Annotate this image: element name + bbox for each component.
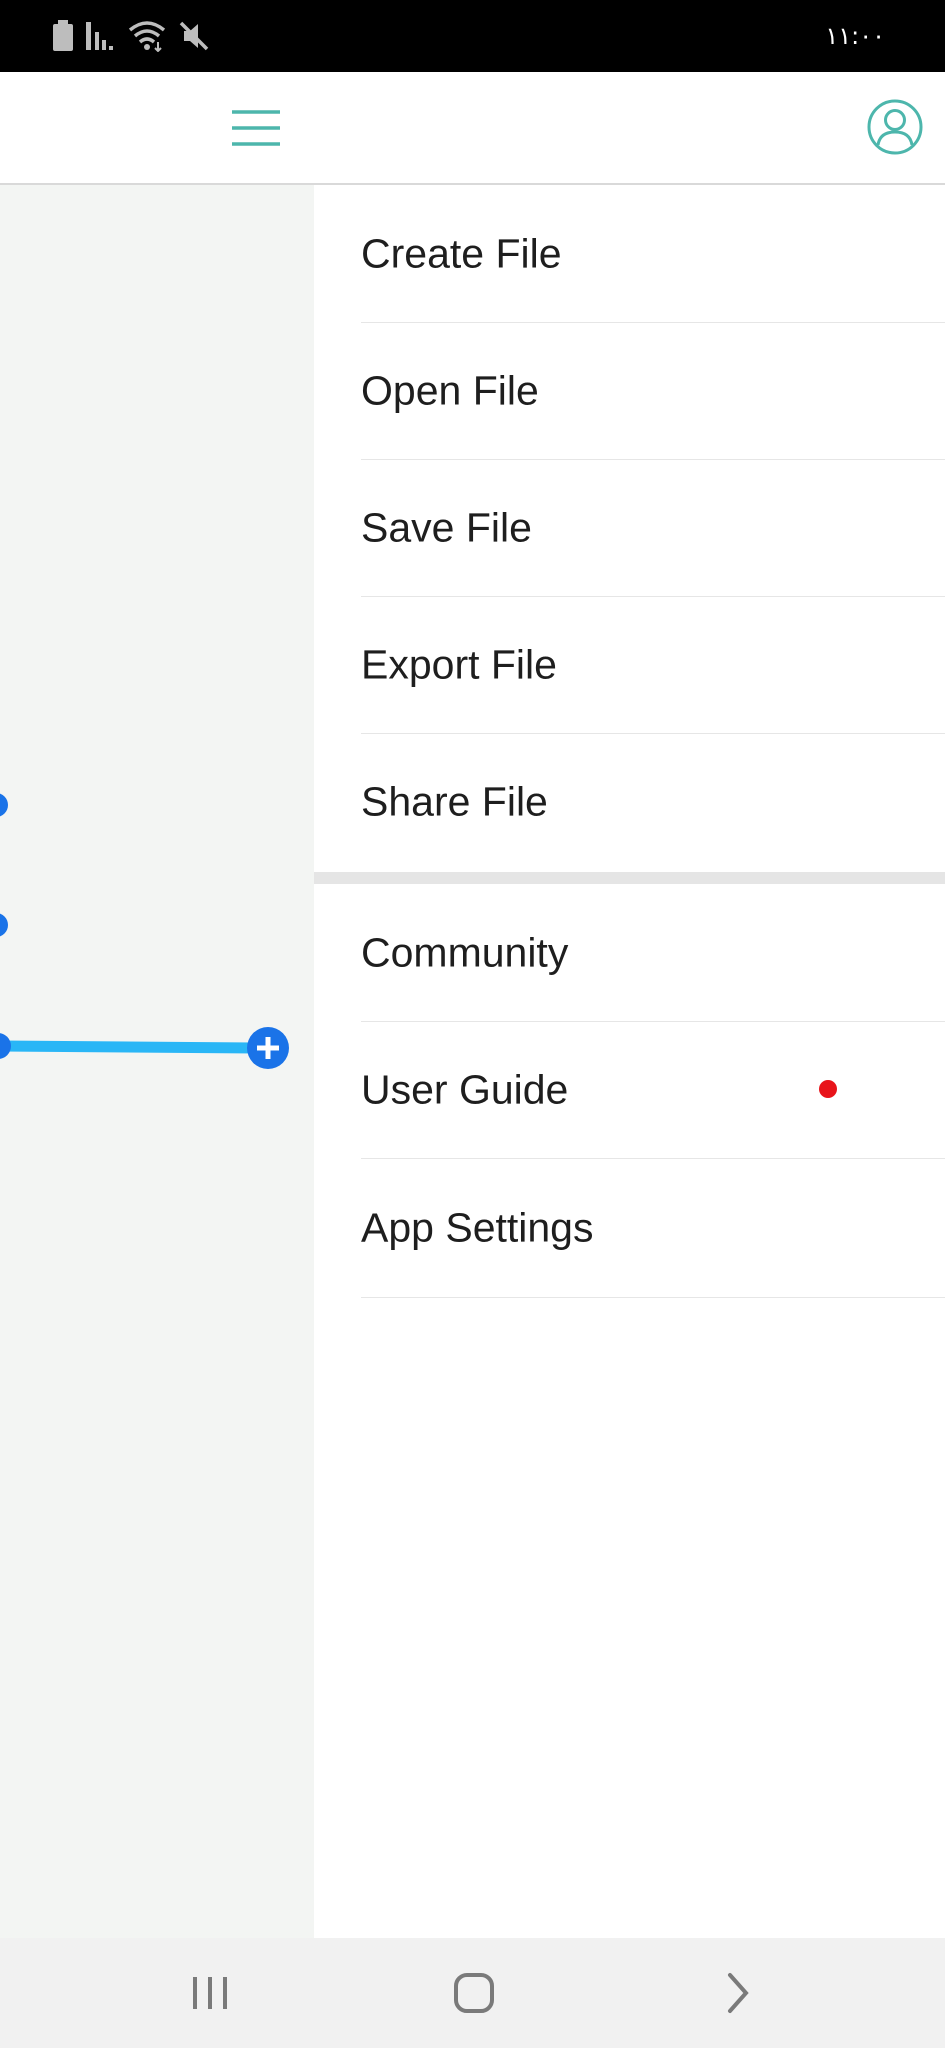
map-node[interactable]	[0, 913, 8, 937]
recent-apps-icon	[193, 1977, 227, 2009]
mind-map-canvas	[0, 793, 289, 1069]
menu-item-label: Save File	[361, 504, 532, 550]
status-time: ١١:٠٠	[825, 22, 885, 50]
wifi-icon	[128, 21, 166, 52]
battery-icon	[53, 20, 73, 51]
menu-item-label: User Guide	[361, 1066, 569, 1112]
back-icon	[728, 1973, 749, 2013]
menu-item-label: Open File	[361, 367, 539, 413]
system-nav-bar	[0, 1938, 945, 2048]
menu-item-open-file[interactable]: Open File	[361, 322, 945, 460]
home-button[interactable]	[439, 1962, 509, 2024]
status-bar: ١١:٠٠	[0, 0, 945, 72]
status-icons	[52, 18, 210, 54]
menu-button[interactable]	[224, 100, 288, 156]
hamburger-menu-icon	[232, 110, 280, 146]
map-node[interactable]	[0, 793, 8, 817]
section-divider	[314, 872, 945, 884]
app-bar	[0, 72, 945, 185]
menu-item-label: App Settings	[361, 1204, 594, 1250]
plus-circle-icon[interactable]	[247, 1027, 289, 1069]
back-button[interactable]	[703, 1962, 773, 2024]
mute-icon	[179, 21, 209, 51]
menu-item-save-file[interactable]: Save File	[361, 459, 945, 597]
menu-item-label: Community	[361, 929, 569, 975]
menu-item-share-file[interactable]: Share File	[361, 733, 945, 870]
menu-item-label: Share File	[361, 778, 548, 824]
canvas-area[interactable]	[0, 185, 314, 1938]
menu-item-label: Export File	[361, 641, 557, 687]
user-profile-icon	[867, 99, 923, 155]
profile-button[interactable]	[866, 98, 924, 156]
map-node[interactable]	[0, 1033, 11, 1059]
menu-item-create-file[interactable]: Create File	[361, 185, 945, 323]
navigation-drawer: Create File Open File Save File Export F…	[314, 185, 945, 1938]
map-edge	[0, 1040, 264, 1054]
menu-item-community[interactable]: Community	[361, 884, 945, 1022]
recent-apps-button[interactable]	[175, 1962, 245, 2024]
notification-dot	[819, 1080, 837, 1098]
signal-icon	[86, 22, 113, 50]
home-icon	[454, 1973, 494, 2013]
menu-item-user-guide[interactable]: User Guide	[361, 1021, 945, 1159]
menu-item-label: Create File	[361, 230, 562, 276]
menu-item-app-settings[interactable]: App Settings	[361, 1158, 945, 1298]
menu-item-export-file[interactable]: Export File	[361, 596, 945, 734]
